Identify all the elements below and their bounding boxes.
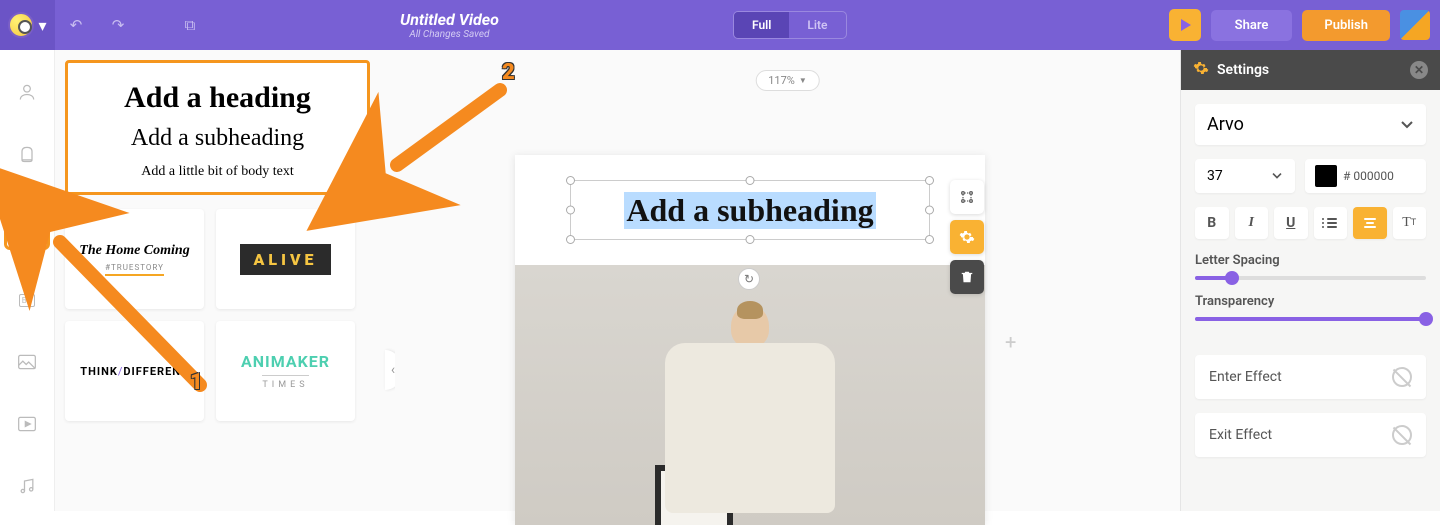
zoom-control[interactable]: 117% ▼ — [755, 70, 820, 91]
preset-heading[interactable]: Add a heading — [78, 81, 357, 115]
disabled-icon — [1392, 367, 1412, 387]
color-picker[interactable]: # 000000 — [1305, 159, 1426, 193]
template-alive[interactable]: ALIVE — [216, 209, 355, 309]
app-logo[interactable]: ▾ — [0, 0, 55, 50]
resize-handle[interactable] — [746, 176, 755, 185]
resize-handle[interactable] — [566, 176, 575, 185]
letter-spacing-label: Letter Spacing — [1195, 253, 1426, 268]
music-icon[interactable] — [15, 474, 39, 498]
props-icon[interactable] — [15, 142, 39, 166]
annotation-number-2: 2 — [502, 60, 515, 85]
template-grid: The Home Coming #TRUESTORY ALIVE THINK/D… — [65, 209, 355, 421]
mode-full-button[interactable]: Full — [734, 12, 789, 38]
enter-effect-label: Enter Effect — [1209, 369, 1282, 385]
redo-icon[interactable]: ↷ — [97, 0, 139, 50]
settings-panel: Settings ✕ Arvo 37 # 000000 B I U — [1180, 50, 1440, 511]
letter-spacing-control: Letter Spacing — [1195, 253, 1426, 280]
font-value: Arvo — [1207, 114, 1244, 135]
template-animaker-times[interactable]: ANIMAKER TIMES — [216, 321, 355, 421]
disabled-icon — [1392, 425, 1412, 445]
color-swatch — [1315, 165, 1337, 187]
save-status: All Changes Saved — [400, 29, 499, 40]
text-tool-icon[interactable]: T — [4, 204, 50, 250]
gear-icon — [1193, 60, 1209, 80]
user-avatar[interactable] — [1400, 10, 1430, 40]
undo-icon[interactable]: ↶ — [55, 0, 97, 50]
text-object-content[interactable]: Add a subheading — [624, 192, 875, 229]
share-button[interactable]: Share — [1211, 10, 1293, 41]
underline-button[interactable]: U — [1274, 207, 1308, 239]
format-row: B I U TT — [1195, 207, 1426, 239]
preset-subheading[interactable]: Add a subheading — [78, 125, 357, 152]
chevron-down-icon: ▾ — [38, 16, 46, 35]
enter-effect-row[interactable]: Enter Effect — [1195, 355, 1426, 399]
rotate-handle[interactable]: ↻ — [738, 268, 760, 290]
app-header: ▾ ↶ ↷ ⧉ Untitled Video All Changes Saved… — [0, 0, 1440, 50]
gear-icon[interactable] — [950, 220, 984, 254]
font-size-value: 37 — [1207, 168, 1223, 184]
bold-button[interactable]: B — [1195, 207, 1229, 239]
image-icon[interactable] — [15, 350, 39, 374]
exit-effect-row[interactable]: Exit Effect — [1195, 413, 1426, 457]
resize-handle[interactable] — [925, 206, 934, 215]
template-home-coming[interactable]: The Home Coming #TRUESTORY — [65, 209, 204, 309]
settings-header: Settings ✕ — [1181, 50, 1440, 90]
chevron-down-icon — [1400, 114, 1414, 135]
preset-body[interactable]: Add a little bit of body text — [78, 164, 357, 180]
text-object-selected[interactable]: Add a subheading — [570, 180, 930, 240]
template-think-different[interactable]: THINK/DIFFERENT — [65, 321, 204, 421]
resize-handle[interactable] — [566, 235, 575, 244]
swap-icon[interactable] — [950, 180, 984, 214]
left-nav: T BG — [0, 50, 55, 511]
background-image[interactable] — [515, 265, 985, 525]
chevron-down-icon — [1271, 168, 1283, 184]
publish-button[interactable]: Publish — [1302, 10, 1390, 41]
mode-lite-button[interactable]: Lite — [789, 12, 845, 38]
project-title-block: Untitled Video All Changes Saved — [400, 10, 499, 40]
person-figure — [655, 305, 845, 525]
settings-title: Settings — [1217, 62, 1269, 78]
resize-handle[interactable] — [925, 176, 934, 185]
add-scene-button[interactable]: + — [1005, 330, 1016, 354]
trash-icon[interactable] — [950, 260, 984, 294]
project-title[interactable]: Untitled Video — [400, 10, 499, 29]
exit-effect-label: Exit Effect — [1209, 427, 1272, 443]
font-size-select[interactable]: 37 — [1195, 159, 1295, 193]
transparency-label: Transparency — [1195, 294, 1426, 309]
video-icon[interactable] — [15, 412, 39, 436]
play-button[interactable] — [1169, 9, 1201, 41]
resize-handle[interactable] — [566, 206, 575, 215]
text-presets-card: Add a heading Add a subheading Add a lit… — [65, 60, 370, 195]
canvas[interactable]: Add a subheading — [515, 155, 985, 525]
font-select[interactable]: Arvo — [1195, 104, 1426, 145]
text-templates-panel: Add a heading Add a subheading Add a lit… — [55, 50, 395, 511]
resize-handle[interactable] — [746, 235, 755, 244]
object-actions — [950, 180, 986, 294]
hex-value: 000000 — [1353, 169, 1393, 183]
play-icon — [1181, 19, 1191, 31]
canvas-area: 117% ▼ Add a subheading ↻ — [395, 50, 1180, 511]
background-icon[interactable]: BG — [15, 288, 39, 312]
copy-icon[interactable]: ⧉ — [169, 0, 211, 50]
list-button[interactable] — [1314, 207, 1348, 239]
transparency-control: Transparency — [1195, 294, 1426, 321]
close-icon[interactable]: ✕ — [1410, 61, 1428, 79]
resize-handle[interactable] — [925, 235, 934, 244]
mode-toggle: Full Lite — [733, 11, 847, 39]
italic-button[interactable]: I — [1235, 207, 1269, 239]
letter-spacing-slider[interactable] — [1195, 276, 1426, 280]
characters-icon[interactable] — [15, 80, 39, 104]
annotation-number-1: 1 — [190, 370, 203, 395]
align-center-button[interactable] — [1353, 207, 1387, 239]
transparency-slider[interactable] — [1195, 317, 1426, 321]
chevron-down-icon: ▼ — [799, 76, 807, 85]
text-transform-button[interactable]: TT — [1393, 207, 1427, 239]
zoom-value: 117% — [768, 74, 795, 87]
